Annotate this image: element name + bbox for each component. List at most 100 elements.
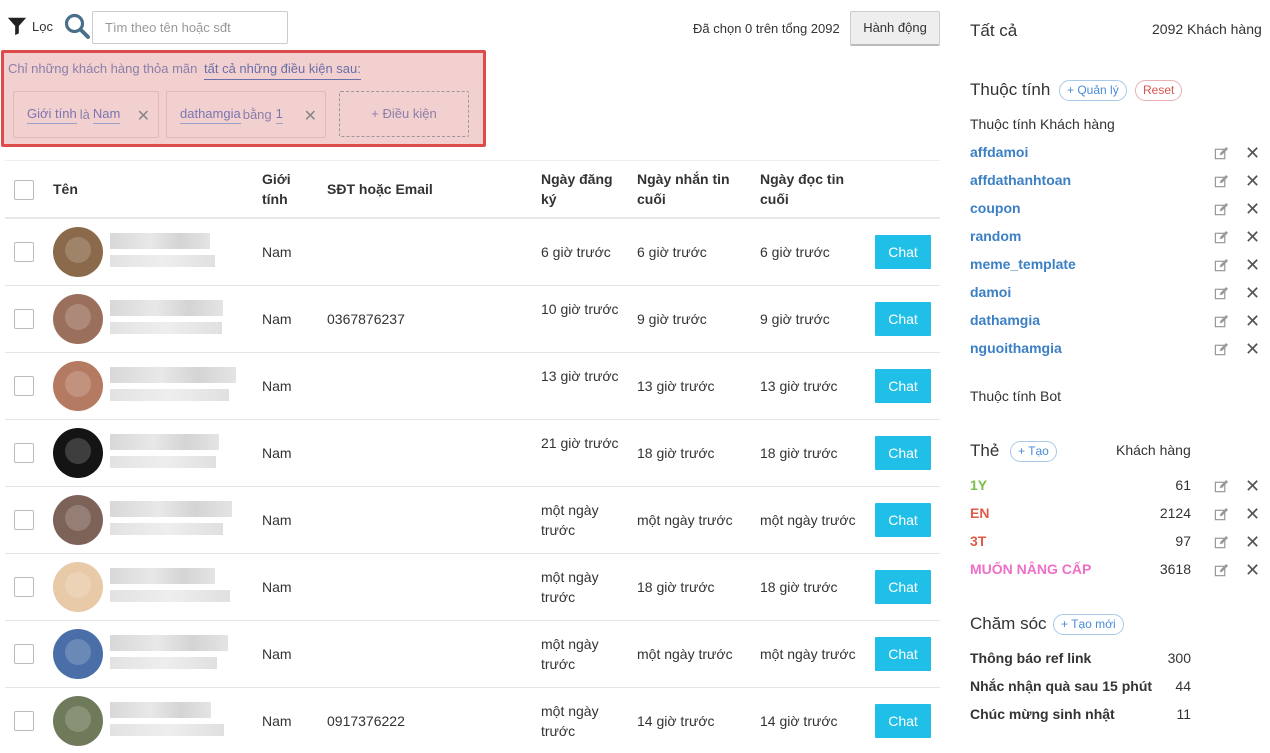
row-checkbox[interactable] [14,242,34,262]
remove-condition-icon[interactable]: ✕ [304,106,317,126]
condition-field[interactable]: Giới tính [27,106,77,124]
search-icon[interactable] [63,12,91,40]
col-gender[interactable]: Giới tính [262,169,302,209]
registered-cell: một ngày trước [541,569,599,605]
attribute-item[interactable]: coupon [970,200,1021,216]
reset-button[interactable]: Reset [1135,80,1183,101]
row-checkbox[interactable] [14,711,34,731]
edit-icon[interactable] [1214,535,1229,550]
row-checkbox[interactable] [14,443,34,463]
attribute-item[interactable]: dathamgia [970,312,1040,328]
chat-button[interactable]: Chat [875,369,931,403]
edit-icon[interactable] [1214,314,1229,329]
delete-icon[interactable]: ✕ [1245,144,1260,162]
delete-icon[interactable]: ✕ [1245,284,1260,302]
avatar[interactable] [53,428,103,478]
avatar[interactable] [53,495,103,545]
attribute-item[interactable]: affdathanhtoan [970,172,1071,188]
delete-icon[interactable]: ✕ [1245,340,1260,358]
edit-icon[interactable] [1214,507,1229,522]
chat-button[interactable]: Chat [875,436,931,470]
filter-button[interactable]: Lọc [6,15,53,37]
delete-icon[interactable]: ✕ [1245,228,1260,246]
col-name[interactable]: Tên [53,179,78,199]
registered-cell: một ngày trước [541,703,599,739]
care-item[interactable]: Thông báo ref link [970,650,1091,666]
row-checkbox[interactable] [14,309,34,329]
all-label[interactable]: Tất cả [970,21,1017,41]
avatar[interactable] [53,696,103,746]
attribute-item[interactable]: nguoithamgia [970,340,1062,356]
edit-icon[interactable] [1214,230,1229,245]
blurred-name [110,233,210,249]
edit-icon[interactable] [1214,202,1229,217]
edit-icon[interactable] [1214,258,1229,273]
delete-icon[interactable]: ✕ [1245,505,1260,523]
col-contact[interactable]: SĐT hoặc Email [327,179,433,199]
row-checkbox[interactable] [14,376,34,396]
contact-cell: 0917376222 [327,713,405,729]
condition-chip[interactable]: Giới tính là Nam ✕ [13,91,159,138]
attribute-item[interactable]: meme_template [970,256,1076,272]
condition-mode-link[interactable]: tất cả những điều kiện sau: [204,61,361,80]
delete-icon[interactable]: ✕ [1245,200,1260,218]
edit-icon[interactable] [1214,146,1229,161]
manage-attributes-button[interactable]: + Quản lý [1059,80,1127,101]
tag-count: 3618 [1159,561,1191,577]
create-tag-button[interactable]: + Tạo [1010,441,1057,462]
row-checkbox[interactable] [14,644,34,664]
delete-icon[interactable]: ✕ [1245,256,1260,274]
edit-icon[interactable] [1214,286,1229,301]
attribute-item[interactable]: damoi [970,284,1011,300]
care-count: 300 [1167,650,1191,666]
registered-cell: một ngày trước [541,502,599,538]
registered-cell: 6 giờ trước [541,244,611,260]
row-checkbox[interactable] [14,577,34,597]
tag-item[interactable]: MUỐN NÂNG CẤP [970,561,1091,577]
tag-item[interactable]: 3T [970,533,986,549]
chat-button[interactable]: Chat [875,570,931,604]
condition-field[interactable]: dathamgia [180,106,241,124]
chat-button[interactable]: Chat [875,302,931,336]
action-button[interactable]: Hành động [850,11,940,46]
delete-icon[interactable]: ✕ [1245,312,1260,330]
edit-icon[interactable] [1214,563,1229,578]
condition-value[interactable]: Nam [92,106,121,124]
tag-count: 61 [1175,477,1191,493]
chat-button[interactable]: Chat [875,235,931,269]
avatar[interactable] [53,361,103,411]
edit-icon[interactable] [1214,342,1229,357]
remove-condition-icon[interactable]: ✕ [137,106,150,126]
selection-count: Đã chọn 0 trên tổng 2092 [693,21,840,36]
care-item[interactable]: Nhắc nhận quà sau 15 phút [970,678,1152,694]
last-read-cell: 9 giờ trước [760,311,830,327]
attribute-item[interactable]: affdamoi [970,144,1028,160]
chat-button[interactable]: Chat [875,637,931,671]
chat-button[interactable]: Chat [875,503,931,537]
create-care-button[interactable]: + Tạo mới [1053,614,1124,635]
delete-icon[interactable]: ✕ [1245,533,1260,551]
chat-button[interactable]: Chat [875,704,931,738]
search-input[interactable] [92,11,288,44]
edit-icon[interactable] [1214,479,1229,494]
col-registered[interactable]: Ngày đăng ký [541,169,621,209]
attribute-item[interactable]: random [970,228,1021,244]
condition-chip[interactable]: dathamgia bằng 1 ✕ [166,91,326,138]
avatar[interactable] [53,294,103,344]
delete-icon[interactable]: ✕ [1245,477,1260,495]
tag-item[interactable]: 1Y [970,477,987,493]
avatar[interactable] [53,227,103,277]
condition-value[interactable]: 1 [275,106,283,124]
care-item[interactable]: Chúc mừng sinh nhật [970,706,1115,722]
col-last-message[interactable]: Ngày nhắn tin cuối [637,169,742,209]
col-last-read[interactable]: Ngày đọc tin cuối [760,169,860,209]
delete-icon[interactable]: ✕ [1245,172,1260,190]
delete-icon[interactable]: ✕ [1245,561,1260,579]
add-condition-button[interactable]: + Điều kiện [339,91,469,137]
avatar[interactable] [53,562,103,612]
edit-icon[interactable] [1214,174,1229,189]
select-all-checkbox[interactable] [14,180,34,200]
row-checkbox[interactable] [14,510,34,530]
tag-item[interactable]: EN [970,505,989,521]
avatar[interactable] [53,629,103,679]
